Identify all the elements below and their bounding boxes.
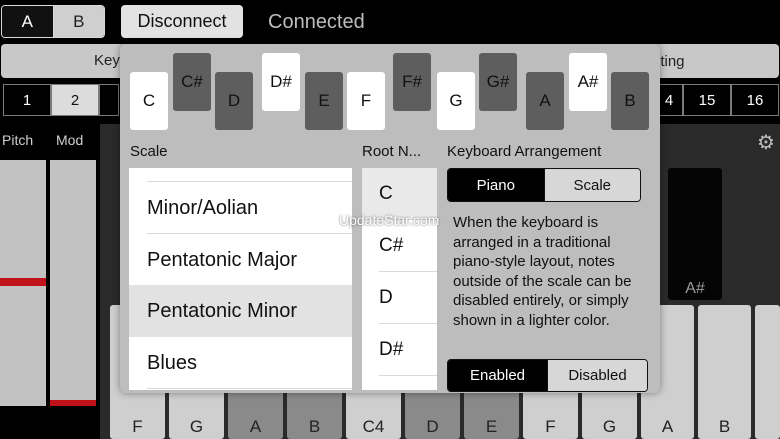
root-key-f-sharp[interactable]: F# (393, 53, 431, 111)
scale-list[interactable]: Minor/Aolian Pentatonic Major Pentatonic… (129, 168, 352, 390)
keyboard-arrangement-title: Keyboard Arrangement (447, 143, 602, 160)
key-label: C4 (362, 417, 385, 436)
root-note-list[interactable]: C C# D D# (362, 168, 437, 390)
root-key-b[interactable]: B (611, 72, 649, 130)
root-key-a-sharp[interactable]: A# (569, 53, 607, 111)
channel-button[interactable] (99, 84, 119, 116)
channel-button[interactable]: 16 (731, 84, 779, 116)
root-key-a[interactable]: A (526, 72, 564, 130)
key-label: D (426, 417, 439, 436)
enabled-button[interactable]: Enabled (448, 360, 547, 391)
scale-item[interactable]: Blues (129, 337, 352, 389)
scale-item[interactable]: Minor/Aolian (129, 182, 352, 234)
pitch-label: Pitch (2, 132, 34, 148)
key-label: G (189, 417, 204, 436)
root-key-d-sharp[interactable]: D# (262, 53, 300, 111)
key-label: A (249, 417, 262, 436)
root-key-f[interactable]: F (347, 72, 385, 130)
arrangement-scale-button[interactable]: Scale (543, 169, 640, 201)
key-label: E (485, 417, 498, 436)
list-separator (147, 388, 352, 389)
list-separator (379, 375, 437, 376)
out-of-scale-segmented-control: Enabled Disabled (447, 359, 648, 392)
mod-slider-thumb[interactable] (50, 400, 96, 406)
root-key-c-sharp[interactable]: C# (173, 53, 211, 111)
scale-item[interactable]: Pentatonic Major (129, 234, 352, 286)
root-key-e[interactable]: E (305, 72, 343, 130)
key-label: A (661, 417, 674, 436)
segment-b[interactable]: B (53, 6, 104, 37)
arrangement-piano-button[interactable]: Piano (448, 169, 544, 201)
pitch-slider[interactable] (0, 160, 46, 406)
root-note-title: Root N... (362, 143, 422, 160)
root-key-d[interactable]: D (215, 72, 253, 130)
segment-a[interactable]: A (2, 6, 54, 37)
scale-title: Scale (130, 143, 168, 160)
pitch-slider-thumb[interactable] (0, 278, 46, 286)
root-key-g-sharp[interactable]: G# (479, 53, 517, 111)
watermark-text: UpdateStar.com (339, 212, 440, 228)
white-key[interactable]: B (698, 305, 751, 439)
root-key-c[interactable]: C (130, 72, 168, 130)
scale-item-selected[interactable]: Pentatonic Minor (129, 285, 352, 337)
black-key[interactable]: A# (668, 168, 722, 300)
disabled-button[interactable]: Disabled (547, 360, 647, 391)
arrangement-segmented-control: Piano Scale (447, 168, 641, 202)
channel-button[interactable]: 15 (683, 84, 731, 116)
key-label: B (718, 417, 731, 436)
key-label: A# (685, 280, 705, 297)
channel-button-selected[interactable]: 2 (51, 84, 99, 116)
gear-icon[interactable]: ⚙ (757, 130, 775, 155)
channel-button[interactable]: 1 (3, 84, 51, 116)
root-item[interactable]: D (362, 272, 437, 324)
root-key-g[interactable]: G (437, 72, 475, 130)
ab-segmented-control: A B (1, 5, 105, 38)
key-label: B (308, 417, 321, 436)
disconnect-button[interactable]: Disconnect (121, 5, 243, 38)
arrangement-description: When the keyboard is arranged in a tradi… (453, 214, 632, 329)
mod-label: Mod (56, 132, 84, 148)
key-label: G (602, 417, 617, 436)
root-item[interactable]: D# (362, 324, 437, 376)
mod-slider[interactable] (50, 160, 96, 406)
white-key[interactable] (755, 305, 780, 439)
key-label: F (545, 417, 556, 436)
key-label: F (132, 417, 143, 436)
mode-label-left[interactable]: Key (94, 52, 120, 69)
connection-status: Connected (268, 11, 365, 33)
